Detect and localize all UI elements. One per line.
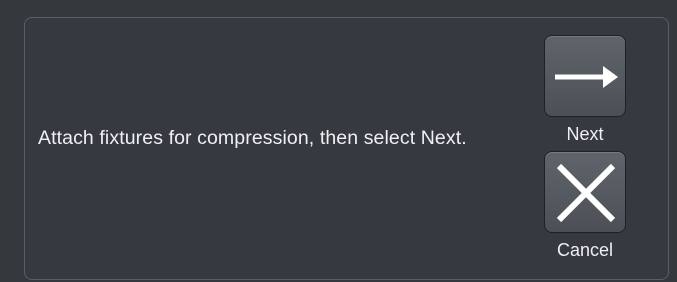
next-button[interactable] bbox=[544, 35, 626, 117]
cancel-action: Cancel bbox=[543, 151, 627, 260]
dialog-window: Attach fixtures for compression, then se… bbox=[0, 0, 677, 282]
next-action: Next bbox=[543, 35, 627, 144]
instruction-message: Attach fixtures for compression, then se… bbox=[38, 127, 467, 149]
close-icon bbox=[556, 163, 616, 223]
cancel-label: Cancel bbox=[556, 240, 614, 260]
next-label: Next bbox=[566, 124, 604, 144]
arrow-right-icon bbox=[555, 66, 618, 88]
cancel-button[interactable] bbox=[544, 151, 626, 233]
